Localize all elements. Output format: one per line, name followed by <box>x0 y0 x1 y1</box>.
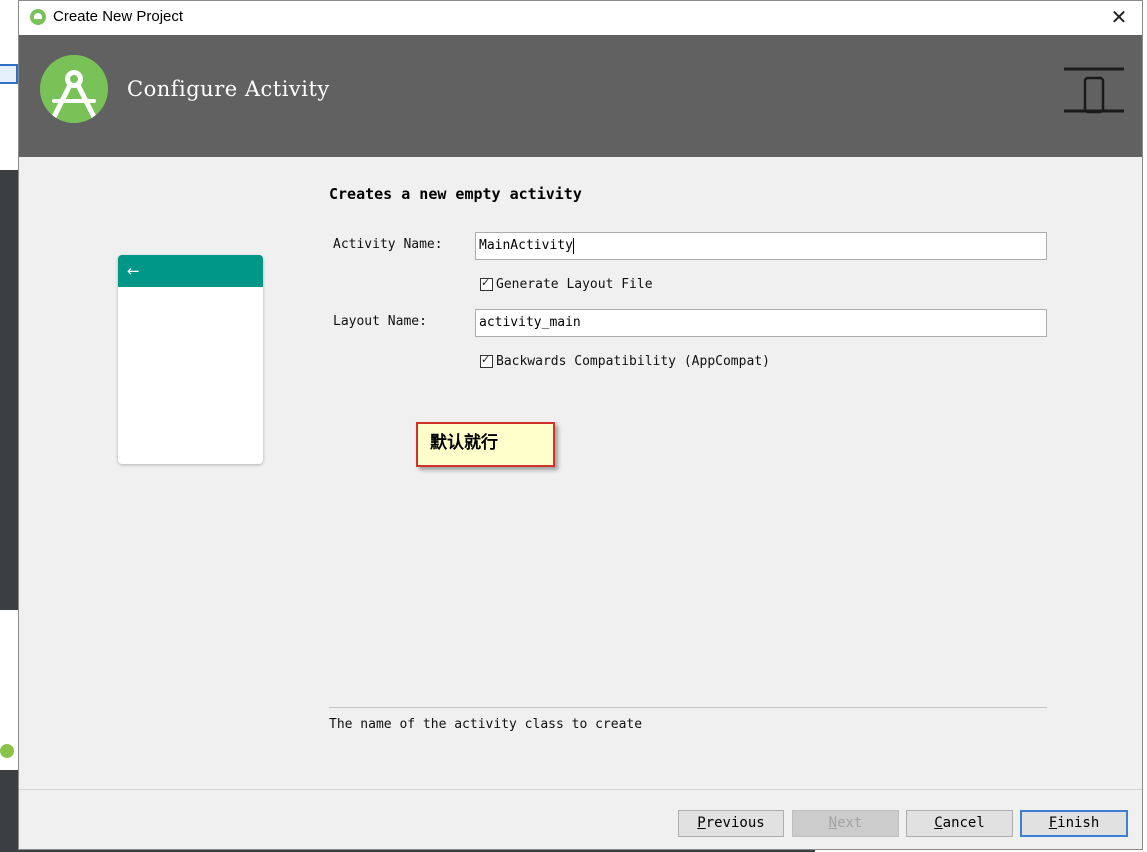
previous-label: revious <box>705 815 765 831</box>
background-editor-panel <box>0 170 18 610</box>
background-android-icon <box>0 744 14 758</box>
layout-name-label: Layout Name: <box>333 314 427 329</box>
preview-app-bar: ← <box>118 255 263 287</box>
background-window-left-strip <box>0 0 18 852</box>
text-caret <box>572 238 574 254</box>
previous-mnemonic: P <box>697 815 706 831</box>
activity-name-value: MainActivity <box>479 238 573 253</box>
field-description: The name of the activity class to create <box>329 717 643 732</box>
backwards-compat-label: Backwards Compatibility (AppCompat) <box>496 353 770 369</box>
close-icon[interactable]: ✕ <box>1104 3 1134 31</box>
backwards-compat-row[interactable]: Backwards Compatibility (AppCompat) <box>480 352 770 370</box>
annotation-note: 默认就行 <box>416 422 555 467</box>
activity-name-label: Activity Name: <box>333 237 443 252</box>
background-window-right-strip <box>1143 0 1147 852</box>
footer-separator <box>19 789 1142 790</box>
finish-button[interactable]: Finish <box>1020 810 1128 837</box>
cancel-label: ancel <box>942 815 985 831</box>
next-label: ext <box>837 815 863 831</box>
previous-button[interactable]: Previous <box>678 810 784 837</box>
generate-layout-label: Generate Layout File <box>496 276 653 292</box>
generate-layout-checkbox[interactable] <box>480 276 493 291</box>
cancel-mnemonic: C <box>934 815 943 831</box>
cancel-button[interactable]: Cancel <box>906 810 1013 837</box>
phone-form-factor-icon <box>1064 67 1124 115</box>
background-home-icon <box>0 64 18 84</box>
description-divider <box>329 707 1047 708</box>
dialog-title: Create New Project <box>53 8 184 25</box>
wizard-step-heading: Configure Activity <box>127 77 330 101</box>
activity-preview-card: ← <box>118 255 263 464</box>
finish-mnemonic: F <box>1048 815 1058 831</box>
activity-name-field[interactable]: MainActivity <box>475 232 1047 260</box>
back-arrow-icon: ← <box>127 262 140 280</box>
dialog-titlebar: Create New Project ✕ <box>19 1 1142 35</box>
generate-layout-row[interactable]: Generate Layout File <box>480 275 653 293</box>
wizard-header: Configure Activity <box>19 35 1142 157</box>
layout-name-field[interactable]: activity_main <box>475 309 1047 337</box>
backwards-compat-checkbox[interactable] <box>480 353 493 368</box>
next-button[interactable]: Next <box>792 810 899 837</box>
finish-label: inish <box>1057 815 1100 831</box>
android-studio-logo-icon <box>40 55 108 123</box>
next-mnemonic: N <box>828 815 838 831</box>
template-description-title: Creates a new empty activity <box>329 185 582 203</box>
create-new-project-dialog: Create New Project ✕ Configure Activity <box>18 0 1143 850</box>
layout-name-value: activity_main <box>479 315 581 330</box>
android-studio-app-icon <box>30 9 46 25</box>
